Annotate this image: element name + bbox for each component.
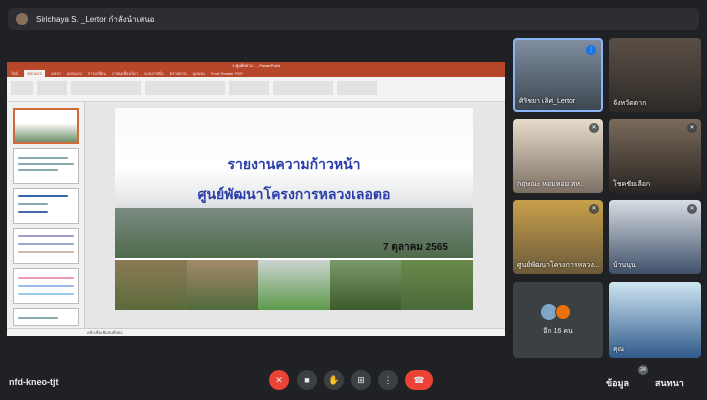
participant-name: กฤษณะ หอมหอม สห...	[517, 181, 586, 188]
self-tile[interactable]: คุณ	[609, 282, 701, 358]
presenter-text: Sirichaya S. _Lertor กำลังนำเสนอ	[36, 14, 155, 24]
participant-name: ศูนย์พัฒนาโครงการหลวง...	[517, 262, 600, 269]
ppt-menu-tab[interactable]: ไฟล์	[11, 70, 18, 77]
control-bar: nfd-kneo-tjt ✕ ■ ✋ ⊞ ⋮ ☎ ข้อมูล 24 สนทนา	[0, 360, 707, 400]
avatar	[555, 304, 571, 320]
slide-title-line1: รายงานความก้าวหน้า	[227, 157, 361, 173]
slide-title-line2: ศูนย์พัฒนาโครงการหลวงเลอตอ	[197, 187, 391, 203]
ribbon-group[interactable]	[229, 81, 269, 95]
ribbon-group[interactable]	[37, 81, 67, 95]
ppt-menu-tab[interactable]: ตรวจทาน	[170, 70, 187, 77]
ppt-menu-bar: ไฟล์ หน้าแรก แทรก ออกแบบ การเปลี่ยน ภาพเ…	[7, 70, 505, 77]
slide-photo	[258, 260, 330, 310]
participant-name: จังหวัดตาก	[613, 100, 647, 107]
more-participants-tile[interactable]: อีก 16 คน	[513, 282, 603, 358]
ppt-workspace: รายงานความก้าวหน้า ศูนย์พัฒนาโครงการหลวง…	[7, 102, 505, 328]
participant-name: บ้านนุน	[613, 262, 636, 269]
ppt-menu-tab[interactable]: ภาพเคลื่อนไหว	[112, 70, 138, 77]
slide-photo	[115, 260, 187, 310]
slide-thumbnail[interactable]	[13, 268, 79, 304]
ppt-menu-tab[interactable]: หน้าแรก	[24, 70, 46, 77]
slide-thumbnail[interactable]	[13, 228, 79, 264]
ppt-ribbon	[7, 77, 505, 102]
slide-thumbnail[interactable]	[13, 308, 79, 326]
mic-off-icon: ✕	[589, 123, 599, 133]
participant-tile[interactable]: ✕ บ้านนุน	[609, 200, 701, 274]
more-icon[interactable]: ⋮	[378, 370, 398, 390]
slide-thumbnails	[7, 102, 85, 328]
ppt-notes-bar[interactable]: คลิกเพื่อเพิ่มบันทึกย่อ	[7, 328, 505, 336]
slide-thumbnail[interactable]	[13, 188, 79, 224]
participant-count-badge: 24	[638, 365, 648, 375]
slide-thumbnail[interactable]	[13, 148, 79, 184]
slide-thumbnail[interactable]	[13, 108, 79, 144]
ribbon-group[interactable]	[145, 81, 225, 95]
presenter-bar: Sirichaya S. _Lertor กำลังนำเสนอ	[8, 8, 699, 30]
participant-name: คุณ	[613, 346, 625, 353]
mic-off-icon: ✕	[687, 204, 697, 214]
current-slide: รายงานความก้าวหน้า ศูนย์พัฒนาโครงการหลวง…	[115, 108, 473, 310]
mic-off-icon[interactable]: ✕	[269, 370, 289, 390]
ribbon-group[interactable]	[273, 81, 333, 95]
slide-date: 7 ตุลาคม 2565	[383, 242, 448, 253]
hand-icon[interactable]: ✋	[324, 370, 344, 390]
speaking-icon: ⋮	[586, 45, 596, 55]
slide-photo	[329, 260, 402, 310]
present-icon[interactable]: ⊞	[351, 370, 371, 390]
meeting-code: nfd-kneo-tjt	[9, 377, 59, 387]
slide-photo-strip	[115, 260, 473, 310]
participant-name: ศิริชยา เลิศ_Lertor	[519, 98, 576, 105]
ppt-menu-tab[interactable]: Foxit Reader PDF	[211, 70, 243, 77]
ppt-menu-tab[interactable]: การเปลี่ยน	[88, 70, 106, 77]
info-button[interactable]: ข้อมูล	[606, 376, 629, 390]
more-participants-label: อีก 16 คน	[543, 328, 573, 335]
presenter-avatar	[16, 13, 28, 25]
participant-tile[interactable]: ✕ กฤษณะ หอมหอม สห...	[513, 119, 603, 193]
presentation-screen: 1 ศูนย์หลวง... - PowerPoint ไฟล์ หน้าแรก…	[7, 62, 505, 336]
ribbon-group[interactable]	[11, 81, 33, 95]
ribbon-group[interactable]	[337, 81, 377, 95]
ppt-menu-tab[interactable]: ฉายภาพนิ่ง	[144, 70, 164, 77]
chat-button[interactable]: สนทนา	[655, 376, 684, 390]
ppt-menu-tab[interactable]: ออกแบบ	[67, 70, 82, 77]
mic-off-icon: ✕	[589, 204, 599, 214]
ppt-menu-tab[interactable]: มุมมอง	[193, 70, 205, 77]
end-call-icon[interactable]: ☎	[405, 370, 433, 390]
participant-tile[interactable]: จังหวัดตาก	[609, 38, 701, 112]
participant-name: โชคชัยเลือก	[613, 181, 651, 188]
slide-photo	[401, 260, 473, 310]
mic-off-icon: ✕	[687, 123, 697, 133]
ppt-title-bar: 1 ศูนย์หลวง... - PowerPoint	[7, 62, 505, 70]
participant-tile[interactable]: ✕ ศูนย์พัฒนาโครงการหลวง...	[513, 200, 603, 274]
camera-icon[interactable]: ■	[297, 370, 317, 390]
ribbon-group[interactable]	[71, 81, 141, 95]
ppt-menu-tab[interactable]: แทรก	[51, 70, 61, 77]
participant-tile[interactable]: ✕ โชคชัยเลือก	[609, 119, 701, 193]
slide-photo	[186, 260, 259, 310]
participant-tile[interactable]: ⋮ ศิริชยา เลิศ_Lertor	[513, 38, 603, 112]
